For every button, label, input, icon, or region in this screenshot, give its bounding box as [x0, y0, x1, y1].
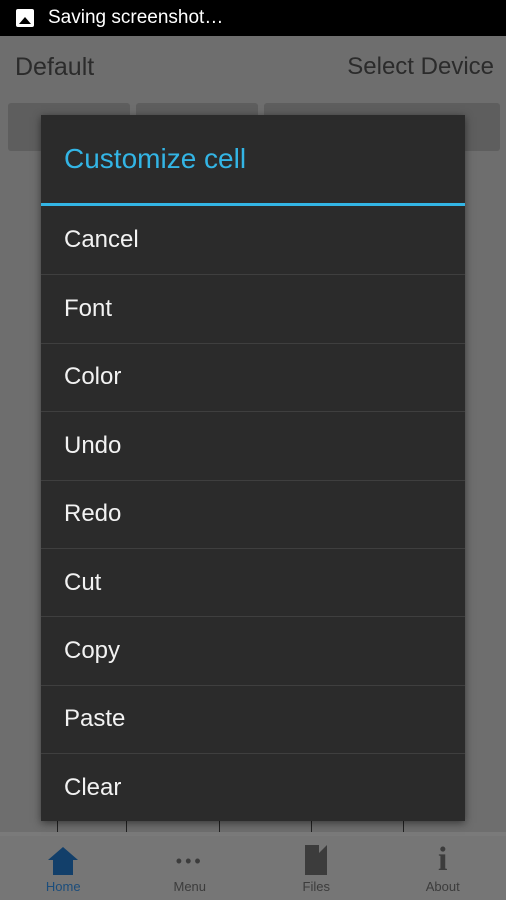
option-clear[interactable]: Clear — [41, 753, 465, 821]
nav-about-label: About — [425, 879, 460, 894]
option-font[interactable]: Font — [41, 274, 465, 342]
nav-files-label: Files — [302, 879, 330, 894]
home-icon — [48, 847, 79, 875]
file-icon — [305, 845, 328, 875]
nav-about[interactable]: i About — [380, 836, 506, 900]
customize-cell-dialog: Customize cell Cancel Font Color Undo Re… — [41, 115, 465, 821]
bottom-navigation: Home ••• Menu Files i About — [0, 836, 506, 900]
option-redo[interactable]: Redo — [41, 479, 465, 548]
nav-menu[interactable]: ••• Menu — [127, 836, 254, 900]
dialog-title: Customize cell — [64, 143, 247, 174]
app-toolbar: Default Select Device — [0, 36, 506, 98]
more-dots-icon: ••• — [175, 851, 204, 871]
select-device-button[interactable]: Select Device — [347, 53, 494, 81]
nav-menu-label: Menu — [173, 879, 207, 894]
option-cancel[interactable]: Cancel — [41, 206, 465, 274]
profile-label[interactable]: Default — [15, 53, 94, 82]
nav-files[interactable]: Files — [253, 836, 380, 900]
option-cut[interactable]: Cut — [41, 547, 465, 616]
option-undo[interactable]: Undo — [41, 411, 465, 479]
dialog-options: Cancel Font Color Undo Redo Cut Copy Pas… — [41, 206, 465, 822]
status-bar: Saving screenshot… — [0, 0, 506, 36]
option-color[interactable]: Color — [41, 342, 465, 411]
option-copy[interactable]: Copy — [41, 616, 465, 684]
nav-home[interactable]: Home — [0, 836, 127, 900]
info-icon: i — [438, 841, 448, 878]
screenshot-icon — [16, 9, 34, 27]
nav-home-label: Home — [45, 879, 81, 894]
option-paste[interactable]: Paste — [41, 684, 465, 753]
status-text: Saving screenshot… — [48, 7, 224, 28]
